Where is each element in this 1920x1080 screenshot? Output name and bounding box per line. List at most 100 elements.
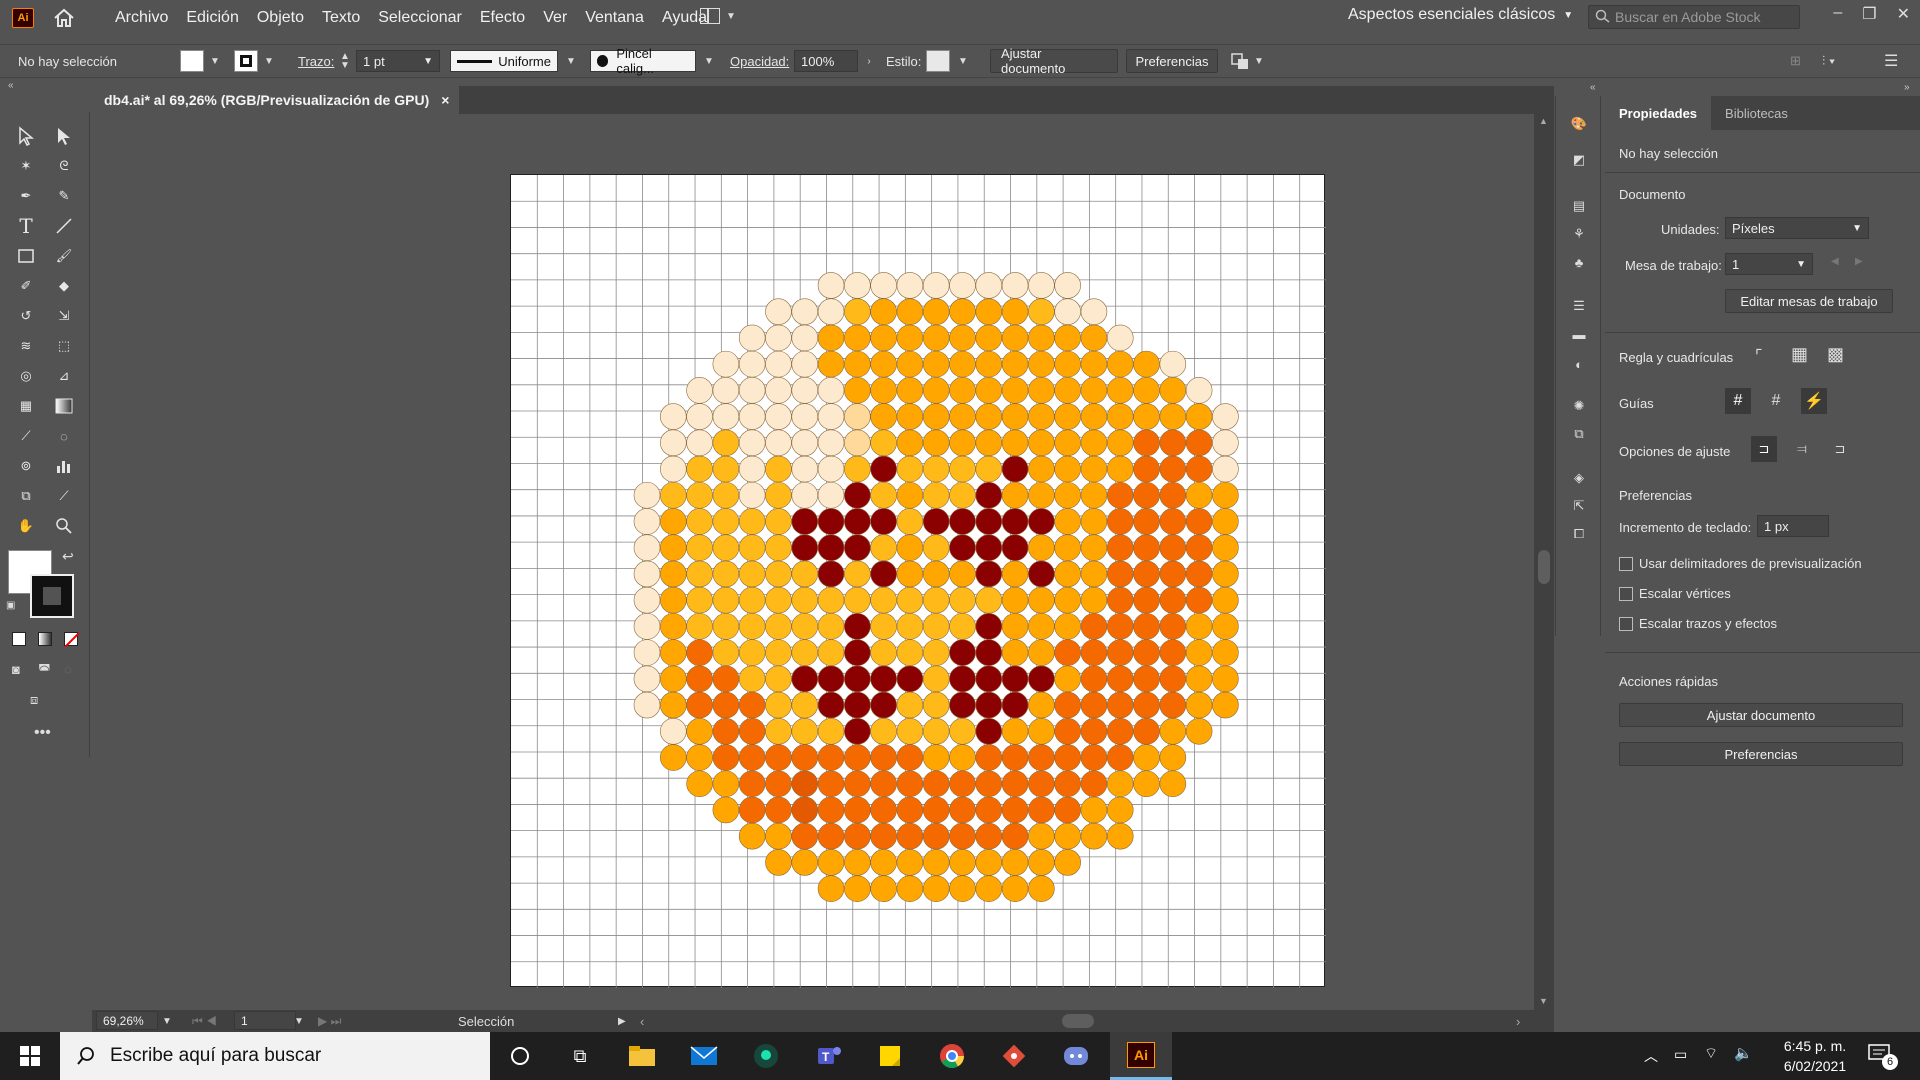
pixel-dot[interactable]	[1212, 455, 1239, 483]
pixel-dot[interactable]	[949, 377, 976, 404]
pixel-dot[interactable]	[791, 744, 819, 771]
color-guide-icon[interactable]: 🎨	[1567, 112, 1591, 136]
pixel-dot[interactable]	[712, 403, 740, 430]
checkbox-box[interactable]	[1619, 586, 1633, 601]
pixel-dot[interactable]	[896, 665, 924, 693]
pixel-dot[interactable]	[949, 403, 976, 430]
pixel-dot[interactable]	[686, 560, 713, 588]
pixel-dot[interactable]	[1054, 796, 1081, 824]
pixel-dot[interactable]	[870, 508, 897, 535]
pixel-dot[interactable]	[896, 272, 924, 299]
pixel-dot[interactable]	[870, 298, 897, 325]
pixel-dot[interactable]	[817, 508, 845, 535]
pixel-dot[interactable]	[975, 324, 1003, 352]
pixel-dot[interactable]	[1028, 770, 1055, 798]
pixel-dot[interactable]	[1133, 403, 1160, 430]
pixel-dot[interactable]	[1106, 770, 1134, 798]
pixel-dot[interactable]	[949, 272, 976, 299]
pixel-dot[interactable]	[1185, 481, 1213, 509]
pixel-dot[interactable]	[870, 691, 897, 719]
pixel-dot[interactable]	[975, 744, 1003, 771]
pixel-dot[interactable]	[738, 481, 766, 509]
chevron-right-icon[interactable]: ›	[860, 50, 878, 72]
pixel-dot[interactable]	[1001, 455, 1029, 483]
pixel-dot[interactable]	[949, 613, 976, 640]
minimize-icon[interactable]: –	[1833, 4, 1842, 24]
pixel-dot[interactable]	[896, 822, 924, 850]
pixel-dot[interactable]	[791, 613, 819, 640]
pixel-dot[interactable]	[686, 639, 713, 666]
pixel-dot[interactable]	[817, 717, 845, 745]
hscroll-thumb[interactable]	[1062, 1014, 1094, 1028]
pixel-dot[interactable]	[870, 560, 897, 588]
snap-to-pixel-icon[interactable]: ⫤	[1789, 436, 1815, 462]
pixel-dot[interactable]	[765, 770, 792, 798]
pixel-dot[interactable]	[1106, 639, 1134, 666]
pixel-dot[interactable]	[844, 770, 871, 798]
pixel-dot[interactable]	[922, 717, 950, 745]
screen-mode-icon[interactable]: ⧈	[30, 692, 38, 708]
pixel-dot[interactable]	[1028, 298, 1055, 325]
pixel-dot[interactable]	[1185, 639, 1213, 666]
next-artboard-icon[interactable]: ▶	[1855, 256, 1863, 267]
color-mode-icon[interactable]	[12, 632, 26, 646]
artboard-tool-icon[interactable]: ⧉	[12, 482, 40, 510]
pixel-dot[interactable]	[1080, 796, 1108, 824]
stroke-weight-field[interactable]: 1 pt ▼	[356, 50, 440, 72]
pixel-dot[interactable]	[1001, 691, 1029, 719]
scroll-down-icon[interactable]: ▼	[1539, 996, 1548, 1006]
pixel-dot[interactable]	[1001, 481, 1029, 509]
pixel-dot[interactable]	[949, 822, 976, 850]
pixel-dot[interactable]	[975, 481, 1003, 509]
pixel-dot[interactable]	[975, 770, 1003, 798]
pixel-dot[interactable]	[1054, 298, 1081, 325]
layers-icon[interactable]: ◈	[1567, 466, 1591, 490]
fill-swatch[interactable]	[180, 50, 204, 72]
pixel-dot[interactable]	[1001, 875, 1029, 902]
swap-colors-icon[interactable]: ↩	[62, 548, 74, 565]
pixel-dot[interactable]	[1080, 298, 1108, 325]
align-icon[interactable]: ⊞	[1790, 53, 1801, 69]
pixel-dot[interactable]	[791, 770, 819, 798]
pixel-dot[interactable]	[712, 586, 740, 614]
pixel-dot[interactable]	[1001, 508, 1029, 535]
pixel-dot[interactable]	[791, 796, 819, 824]
pixel-dot[interactable]	[975, 849, 1003, 876]
pixel-dot[interactable]	[1106, 534, 1134, 562]
show-hidden-icons-icon[interactable]: ︿	[1644, 1046, 1658, 1066]
pixel-dot[interactable]	[1106, 508, 1134, 535]
pixel-dot[interactable]	[975, 298, 1003, 325]
pixel-dot[interactable]	[896, 613, 924, 640]
pixel-dot[interactable]	[1106, 717, 1134, 745]
pixel-dot[interactable]	[791, 350, 819, 378]
pixel-dot[interactable]	[817, 613, 845, 640]
pixel-dot[interactable]	[1159, 481, 1187, 509]
pixel-dot[interactable]	[1212, 508, 1239, 535]
pixel-dot[interactable]	[712, 613, 740, 640]
pixel-dot[interactable]	[660, 429, 687, 457]
pixel-dot[interactable]	[712, 455, 740, 483]
pixel-dot[interactable]	[949, 298, 976, 325]
scroll-up-icon[interactable]: ▲	[1539, 116, 1548, 126]
pixel-dot[interactable]	[844, 429, 871, 457]
pixel-dot[interactable]	[791, 849, 819, 876]
pixel-dot[interactable]	[896, 429, 924, 457]
preferences-button[interactable]: Preferencias	[1619, 742, 1903, 766]
pixel-dot[interactable]	[791, 455, 819, 483]
pixel-dot[interactable]	[844, 455, 871, 483]
pixel-dot[interactable]	[844, 560, 871, 588]
pixel-dot[interactable]	[1001, 560, 1029, 588]
pixel-dot[interactable]	[791, 298, 819, 325]
pixel-dot[interactable]	[817, 770, 845, 798]
collapse-icon[interactable]: »	[1904, 82, 1910, 93]
pixel-dot[interactable]	[1133, 481, 1160, 509]
pixel-dot[interactable]	[765, 429, 792, 457]
pixel-dot[interactable]	[686, 770, 713, 798]
pixel-dot[interactable]	[975, 508, 1003, 535]
pixel-dot[interactable]	[870, 717, 897, 745]
pixel-dot[interactable]	[1054, 403, 1081, 430]
transparency-panel-icon[interactable]: ◐	[1567, 352, 1591, 376]
pixel-dot[interactable]	[1106, 560, 1134, 588]
units-select[interactable]: Píxeles ▼	[1725, 217, 1869, 239]
pixel-dot[interactable]	[975, 875, 1003, 902]
